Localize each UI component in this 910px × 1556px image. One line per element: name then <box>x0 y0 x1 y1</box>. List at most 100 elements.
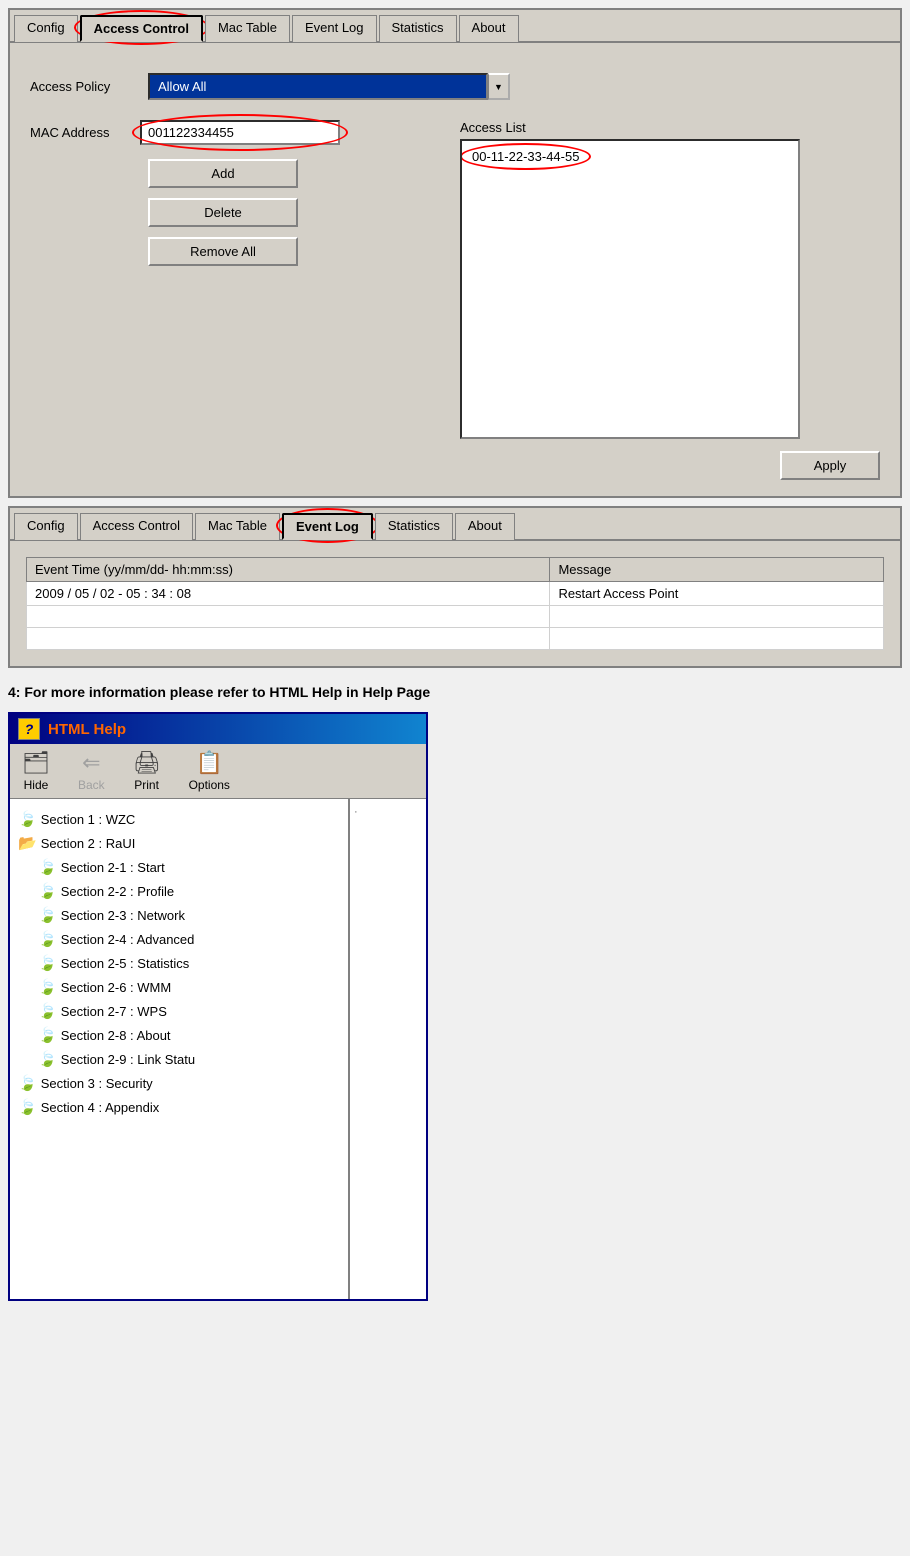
help-title: HTML Help <box>48 721 126 738</box>
event-message-1 <box>550 606 884 628</box>
event-time-1 <box>27 606 550 628</box>
tree-item-5[interactable]: 🍃 Section 2-4 : Advanced <box>14 927 344 951</box>
tab-config-2[interactable]: Config <box>14 513 78 540</box>
tree-item-11[interactable]: 🍃 Section 3 : Security <box>14 1071 344 1095</box>
tree-label-10: Section 2-9 : Link Statu <box>61 1052 195 1067</box>
event-message-2 <box>550 628 884 650</box>
tree-item-10[interactable]: 🍃 Section 2-9 : Link Statu <box>14 1047 344 1071</box>
access-list-label: Access List <box>460 120 880 135</box>
toolbar-print-btn[interactable]: 🖨 Print <box>133 750 161 792</box>
book-icon-11: 🍃 <box>18 1074 37 1092</box>
access-list-item-wrapper: 00-11-22-33-44-55 <box>466 145 794 168</box>
tab-access-control-2[interactable]: Access Control <box>80 513 193 540</box>
tree-item-6[interactable]: 🍃 Section 2-5 : Statistics <box>14 951 344 975</box>
help-window-icon: ? <box>18 718 40 740</box>
book-icon-2: 🍃 <box>38 858 57 876</box>
access-policy-value[interactable]: Allow All <box>148 73 488 100</box>
tab-statistics-2[interactable]: Statistics <box>375 513 453 540</box>
tree-item-9[interactable]: 🍃 Section 2-8 : About <box>14 1023 344 1047</box>
event-time-2 <box>27 628 550 650</box>
tree-item-1[interactable]: 📂 Section 2 : RaUI <box>14 831 344 855</box>
tree-label-3: Section 2-2 : Profile <box>61 884 174 899</box>
tree-item-2[interactable]: 🍃 Section 2-1 : Start <box>14 855 344 879</box>
tree-label-1: Section 2 : RaUI <box>41 836 136 851</box>
tab-bar-2: Config Access Control Mac Table Event Lo… <box>10 508 900 541</box>
col-event-time: Event Time (yy/mm/dd- hh:mm:ss) <box>27 558 550 582</box>
tab-about-2[interactable]: About <box>455 513 515 540</box>
mac-address-input[interactable] <box>140 120 340 145</box>
tab-event-log[interactable]: Event Log <box>282 513 373 540</box>
event-message-0: Restart Access Point <box>550 582 884 606</box>
table-row-1 <box>27 606 884 628</box>
book-icon-8: 🍃 <box>38 1002 57 1020</box>
add-button[interactable]: Add <box>148 159 298 188</box>
help-toolbar: 🗂 Hide ⇐ Back 🖨 Print 📋 Options <box>10 744 426 799</box>
options-label: Options <box>189 778 230 792</box>
mac-address-label: MAC Address <box>30 125 140 140</box>
html-help-window: ? HTML Help 🗂 Hide ⇐ Back 🖨 Print 📋 Opti… <box>8 712 428 1301</box>
mac-buttons-col: MAC Address Add Delete Remove All <box>30 120 460 266</box>
tree-item-4[interactable]: 🍃 Section 2-3 : Network <box>14 903 344 927</box>
remove-all-button[interactable]: Remove All <box>148 237 298 266</box>
hide-icon: 🗂 <box>22 750 50 776</box>
help-right-pane: · <box>350 799 426 1299</box>
help-content: 🍃 Section 1 : WZC 📂 Section 2 : RaUI 🍃 S… <box>10 799 426 1299</box>
help-titlebar: ? HTML Help <box>10 714 426 744</box>
tab-mac-table-2[interactable]: Mac Table <box>195 513 280 540</box>
book-icon-3: 🍃 <box>38 882 57 900</box>
tab-event-log-1[interactable]: Event Log <box>292 15 377 42</box>
tree-item-12[interactable]: 🍃 Section 4 : Appendix <box>14 1095 344 1119</box>
tree-label-5: Section 2-4 : Advanced <box>61 932 195 947</box>
access-list-item-0: 00-11-22-33-44-55 <box>472 149 579 164</box>
help-icon-text: ? <box>25 721 34 737</box>
tree-label-11: Section 3 : Security <box>41 1076 153 1091</box>
apply-button[interactable]: Apply <box>780 451 880 480</box>
tree-label-12: Section 4 : Appendix <box>41 1100 160 1115</box>
book-icon-12: 🍃 <box>18 1098 37 1116</box>
hide-label: Hide <box>24 778 49 792</box>
tab-about-1[interactable]: About <box>459 15 519 42</box>
toolbar-back-btn[interactable]: ⇐ Back <box>78 750 105 792</box>
access-item-00: 00-11-22-33-44-55 <box>472 149 579 164</box>
tree-label-7: Section 2-6 : WMM <box>61 980 172 995</box>
tree-label-8: Section 2-7 : WPS <box>61 1004 167 1019</box>
book-icon-6: 🍃 <box>38 954 57 972</box>
instruction-text: 4: For more information please refer to … <box>0 676 910 704</box>
print-label: Print <box>134 778 159 792</box>
panel2-body: Event Time (yy/mm/dd- hh:mm:ss) Message … <box>10 541 900 666</box>
access-policy-label: Access Policy <box>30 79 140 94</box>
event-time-0: 2009 / 05 / 02 - 05 : 34 : 08 <box>27 582 550 606</box>
mac-input-wrapper <box>140 120 340 145</box>
book-icon-5: 🍃 <box>38 930 57 948</box>
col-message: Message <box>550 558 884 582</box>
access-policy-select-wrapper: Allow All ▼ <box>148 73 510 100</box>
tab-statistics-1[interactable]: Statistics <box>379 15 457 42</box>
back-label: Back <box>78 778 105 792</box>
access-list-col: Access List 00-11-22-33-44-55 <box>460 120 880 439</box>
tree-item-0[interactable]: 🍃 Section 1 : WZC <box>14 807 344 831</box>
event-log-table: Event Time (yy/mm/dd- hh:mm:ss) Message … <box>26 557 884 650</box>
tab-mac-table-1[interactable]: Mac Table <box>205 15 290 42</box>
tree-label-4: Section 2-3 : Network <box>61 908 185 923</box>
tree-item-8[interactable]: 🍃 Section 2-7 : WPS <box>14 999 344 1023</box>
tree-item-3[interactable]: 🍃 Section 2-2 : Profile <box>14 879 344 903</box>
panel1-body: Access Policy Allow All ▼ MAC Address Ad… <box>10 43 900 496</box>
toolbar-options-btn[interactable]: 📋 Options <box>189 750 230 792</box>
options-icon: 📋 <box>196 750 223 776</box>
tab-access-control[interactable]: Access Control <box>80 15 203 42</box>
apply-row: Apply <box>30 451 880 480</box>
delete-button[interactable]: Delete <box>148 198 298 227</box>
tree-label-9: Section 2-8 : About <box>61 1028 171 1043</box>
help-right-dot: · <box>354 806 358 818</box>
event-log-panel: Config Access Control Mac Table Event Lo… <box>8 506 902 668</box>
book-icon-4: 🍃 <box>38 906 57 924</box>
tree-item-7[interactable]: 🍃 Section 2-6 : WMM <box>14 975 344 999</box>
back-icon: ⇐ <box>82 750 100 776</box>
access-list-box: 00-11-22-33-44-55 <box>460 139 800 439</box>
tab-config-1[interactable]: Config <box>14 15 78 42</box>
toolbar-hide-btn[interactable]: 🗂 Hide <box>22 750 50 792</box>
tree-label-0: Section 1 : WZC <box>41 812 136 827</box>
help-nav-tree: 🍃 Section 1 : WZC 📂 Section 2 : RaUI 🍃 S… <box>10 799 350 1299</box>
book-icon-9: 🍃 <box>38 1026 57 1044</box>
access-policy-arrow[interactable]: ▼ <box>488 73 510 100</box>
